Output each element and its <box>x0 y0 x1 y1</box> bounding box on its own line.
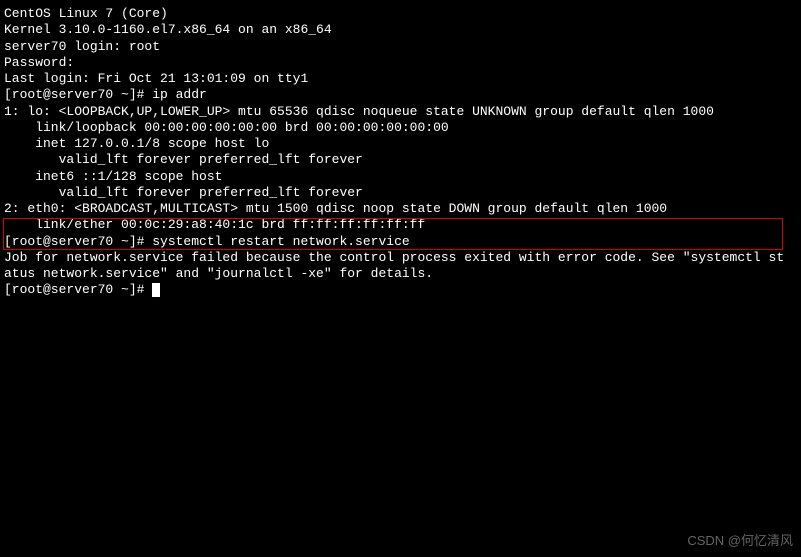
cmd-ip-addr: [root@server70 ~]# ip addr <box>4 87 797 103</box>
iface-lo-inet6: inet6 ::1/128 scope host <box>4 169 797 185</box>
iface-eth0-link: link/ether 00:0c:29:a8:40:1c brd ff:ff:f… <box>4 217 797 233</box>
terminal-output: CentOS Linux 7 (Core) Kernel 3.10.0-1160… <box>4 6 797 299</box>
error-msg-1: Job for network.service failed because t… <box>4 250 797 266</box>
error-msg-2: atus network.service" and "journalctl -x… <box>4 266 797 282</box>
last-login: Last login: Fri Oct 21 13:01:09 on tty1 <box>4 71 797 87</box>
cmd-systemctl: [root@server70 ~]# systemctl restart net… <box>4 234 797 250</box>
prompt-text: [root@server70 ~]# <box>4 282 152 297</box>
os-header: CentOS Linux 7 (Core) <box>4 6 797 22</box>
iface-lo-header: 1: lo: <LOOPBACK,UP,LOWER_UP> mtu 65536 … <box>4 104 797 120</box>
iface-lo-inet: inet 127.0.0.1/8 scope host lo <box>4 136 797 152</box>
password-prompt: Password: <box>4 55 797 71</box>
prompt-current[interactable]: [root@server70 ~]# <box>4 282 797 298</box>
iface-lo-valid1: valid_lft forever preferred_lft forever <box>4 152 797 168</box>
login-prompt: server70 login: root <box>4 39 797 55</box>
kernel-info: Kernel 3.10.0-1160.el7.x86_64 on an x86_… <box>4 22 797 38</box>
iface-eth0-header: 2: eth0: <BROADCAST,MULTICAST> mtu 1500 … <box>4 201 797 217</box>
watermark: CSDN @何忆清风 <box>687 533 793 549</box>
iface-lo-valid2: valid_lft forever preferred_lft forever <box>4 185 797 201</box>
cursor <box>152 283 160 297</box>
iface-lo-link: link/loopback 00:00:00:00:00:00 brd 00:0… <box>4 120 797 136</box>
